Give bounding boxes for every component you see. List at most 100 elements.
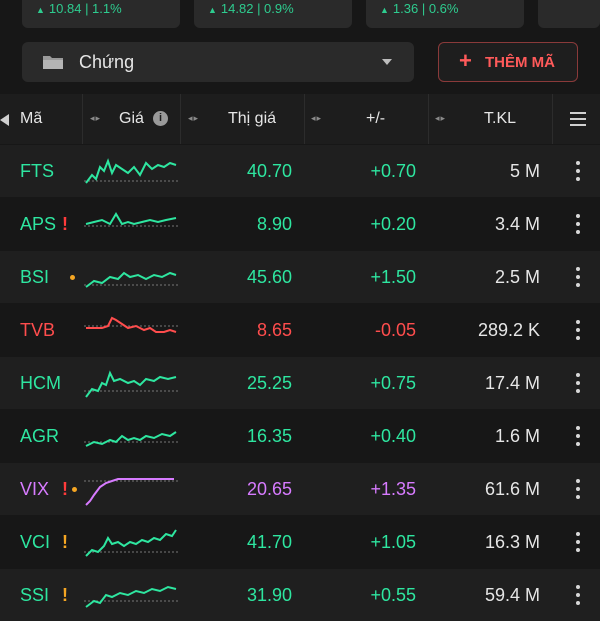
index-card-3-value: 1.36 | 0.6% [392, 1, 459, 16]
row-price: 20.65 [246, 479, 292, 499]
sparkline-chart [84, 478, 178, 506]
index-card-1[interactable]: ▲ 10.84 | 1.1% [22, 0, 180, 28]
column-menu-icon[interactable] [570, 112, 586, 126]
table-row[interactable]: FTS 40.70 +0.70 5 M [0, 145, 600, 197]
sort-icon[interactable]: ◂▸ [90, 113, 101, 124]
add-symbol-button[interactable]: + THÊM MÃ [438, 42, 578, 82]
more-options-icon[interactable] [576, 161, 581, 181]
table-row[interactable]: HCM 25.25 +0.75 17.4 M [0, 357, 600, 409]
more-options-icon[interactable] [576, 373, 581, 393]
toolbar: Chứng + THÊM MÃ [0, 40, 600, 84]
flag-icon [0, 114, 9, 126]
more-options-icon[interactable] [576, 426, 581, 446]
plus-icon: + [459, 48, 472, 73]
row-price: 40.70 [246, 161, 292, 181]
table-row[interactable]: TVB 8.65 -0.05 289.2 K [0, 304, 600, 356]
add-symbol-label: THÊM MÃ [485, 54, 555, 71]
row-symbol: HCM [20, 373, 61, 393]
row-change: +0.70 [370, 161, 416, 181]
table-row[interactable]: VIX ! 20.65 +1.35 61.6 M [0, 463, 600, 515]
row-symbol: APS [20, 214, 57, 234]
index-card-2[interactable]: ▲ 14.82 | 0.9% [194, 0, 352, 28]
column-divider [304, 94, 305, 144]
sparkline-chart [84, 212, 178, 227]
info-icon[interactable]: i [153, 111, 168, 126]
row-change: +0.40 [370, 426, 416, 446]
folder-icon [43, 56, 63, 69]
col-change-header[interactable]: +/- [366, 94, 385, 144]
index-card-1-value: 10.84 | 1.1% [48, 1, 122, 16]
row-volume: 17.4 M [484, 373, 540, 393]
alert-icon: ! [62, 479, 68, 499]
table-header: Mã ◂▸ Giá i ◂▸ Thị giá ◂▸ +/- ◂▸ T.KL [0, 94, 600, 144]
up-arrow-icon: ▲ [36, 5, 45, 15]
more-options-icon[interactable] [576, 267, 581, 287]
more-options-icon[interactable] [576, 532, 581, 552]
status-dot [70, 275, 75, 280]
table-row[interactable]: SSI ! 31.90 +0.55 59.4 M [0, 569, 600, 621]
index-card-3[interactable]: ▲ 1.36 | 0.6% [366, 0, 524, 28]
more-options-icon[interactable] [576, 320, 581, 340]
row-volume: 1.6 M [494, 426, 540, 446]
col-market-price-header[interactable]: Thị giá [228, 94, 276, 144]
row-price: 8.90 [256, 214, 292, 234]
row-volume: 59.4 M [484, 585, 540, 605]
row-symbol: FTS [20, 161, 54, 181]
col-symbol-header[interactable]: Mã [20, 94, 42, 144]
watchlist-select[interactable]: Chứng [22, 42, 414, 82]
row-price: 16.35 [246, 426, 292, 446]
row-symbol: AGR [20, 426, 60, 446]
sparkline-chart [84, 529, 178, 557]
row-price: 31.90 [246, 585, 292, 605]
sparkline-chart [84, 316, 178, 333]
row-price: 45.60 [246, 267, 292, 287]
column-divider [428, 94, 429, 144]
row-symbol: VCI [20, 532, 51, 552]
sparkline-chart [84, 431, 178, 447]
watchlist-select-label: Chứng [79, 52, 135, 72]
sparkline-chart [84, 271, 178, 288]
up-arrow-icon: ▲ [380, 5, 389, 15]
status-dot [72, 487, 77, 492]
row-volume: 61.6 M [484, 479, 540, 499]
column-divider [180, 94, 181, 144]
warning-icon: ! [62, 532, 68, 552]
row-change: +0.75 [370, 373, 416, 393]
row-price: 8.65 [256, 320, 292, 340]
row-change: +1.05 [370, 532, 416, 552]
row-symbol: TVB [20, 320, 56, 340]
sort-icon[interactable]: ◂▸ [311, 113, 322, 124]
table-row[interactable]: BSI 45.60 +1.50 2.5 M [0, 251, 600, 303]
warning-icon: ! [62, 585, 68, 605]
column-divider [552, 94, 553, 144]
row-change: -0.05 [374, 320, 416, 340]
more-options-icon[interactable] [576, 479, 581, 499]
row-change: +1.35 [370, 479, 416, 499]
row-change: +0.20 [370, 214, 416, 234]
row-symbol: SSI [20, 585, 50, 605]
row-price: 41.70 [246, 532, 292, 552]
row-change: +1.50 [370, 267, 416, 287]
column-divider [82, 94, 83, 144]
index-card-4[interactable] [538, 0, 600, 28]
sparkline-chart [84, 585, 178, 608]
more-options-icon[interactable] [576, 585, 581, 605]
alert-icon: ! [62, 214, 68, 234]
sort-icon[interactable]: ◂▸ [435, 113, 446, 124]
row-volume: 2.5 M [494, 267, 540, 287]
up-arrow-icon: ▲ [208, 5, 217, 15]
col-price-header[interactable]: Giá [119, 94, 144, 144]
index-card-2-value: 14.82 | 0.9% [220, 1, 294, 16]
col-volume-header[interactable]: T.KL [484, 94, 516, 144]
sparkline-chart [84, 370, 178, 398]
chevron-down-icon [382, 59, 392, 65]
more-options-icon[interactable] [576, 214, 581, 234]
table-row[interactable]: VCI ! 41.70 +1.05 16.3 M [0, 516, 600, 568]
table-row[interactable]: AGR 16.35 +0.40 1.6 M [0, 410, 600, 462]
row-symbol: BSI [20, 267, 50, 287]
sort-icon[interactable]: ◂▸ [188, 113, 199, 124]
index-strip: ▲ 10.84 | 1.1% ▲ 14.82 | 0.9% ▲ 1.36 | 0.6% [0, 0, 600, 28]
row-change: +0.55 [370, 585, 416, 605]
row-volume: 16.3 M [484, 532, 540, 552]
table-row[interactable]: APS ! 8.90 +0.20 3.4 M [0, 198, 600, 250]
